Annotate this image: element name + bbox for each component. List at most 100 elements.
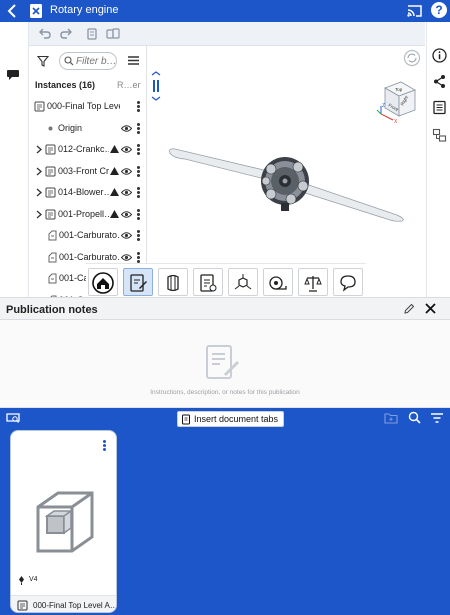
rotary-engine-model[interactable] [165,131,410,231]
document-title: Rotary engine [50,4,119,16]
chevron-right-icon[interactable] [36,167,42,176]
zoom-slider[interactable] [149,71,163,101]
eye-icon[interactable] [121,189,132,196]
assembly-icon [34,101,45,112]
origin-icon [48,126,53,131]
warning-icon [110,188,119,196]
notes-tool-button[interactable] [123,268,153,296]
info-icon[interactable] [432,48,447,63]
instance-row[interactable]: 014-Blower… [29,182,146,204]
row-menu-icon[interactable] [137,208,140,221]
section-view-tool-button[interactable] [158,268,188,296]
axis-x-label: X [394,119,398,125]
pencil-icon[interactable] [404,303,415,314]
left-rail [0,22,29,297]
row-menu-icon[interactable] [137,165,140,178]
chevron-right-icon[interactable] [36,210,42,219]
warning-icon [110,145,119,153]
eye-icon[interactable] [121,167,132,175]
row-menu-icon[interactable] [137,122,140,135]
warning-icon [110,209,119,218]
paste-icon[interactable] [105,26,121,42]
explode-tool-button[interactable] [228,268,258,296]
back-icon[interactable] [5,2,21,20]
card-footer: 000-Final Top Level A… [11,595,117,612]
chevron-right-icon[interactable] [36,145,42,154]
tabs-panel-icon[interactable] [6,412,20,424]
eye-icon[interactable] [121,253,132,261]
row-menu-icon[interactable] [137,230,140,242]
instance-row[interactable]: Origin [29,118,146,140]
instances-header: Instances (16) [35,80,96,90]
search-icon [64,56,74,66]
instance-label: Origin [58,122,83,133]
eye-icon[interactable] [121,124,132,132]
eye-icon[interactable] [121,232,132,239]
viewcube-top-label: Top [395,87,403,92]
filter-field[interactable] [59,52,117,70]
configurations-icon[interactable] [432,128,447,143]
card-name: 000-Final Top Level A… [33,601,117,610]
cast-icon[interactable] [406,3,424,19]
list-view-icon[interactable] [128,55,139,66]
insert-tab-icon [182,414,190,424]
instance-row[interactable]: 001-Propell… [29,204,146,226]
publication-notes-bar: Publication notes [0,297,450,320]
eye-icon[interactable] [121,210,132,218]
warning-icon [110,166,119,175]
row-menu-icon[interactable] [137,144,140,156]
search-icon[interactable] [408,411,421,424]
instance-row[interactable]: 001-Carburato… [29,225,146,247]
copy-icon[interactable] [84,26,100,42]
properties-icon[interactable] [432,100,447,115]
chevron-right-icon[interactable] [36,188,42,197]
undo-icon[interactable] [37,26,53,42]
instance-label: 000-Final Top Level As… [47,101,120,111]
comment-tool-button[interactable] [333,268,363,296]
assembly-icon [45,187,56,198]
instances-panel: Instances (16) R…er 000-Final Top Level … [29,46,147,297]
share-icon[interactable] [432,74,447,89]
home-tool-button[interactable] [88,268,118,296]
redo-icon[interactable] [58,26,74,42]
filter-input[interactable] [76,55,116,68]
row-menu-icon[interactable] [137,251,140,264]
comment-icon[interactable] [6,69,20,81]
part-icon [47,252,58,263]
markup-tool-button[interactable] [193,268,223,296]
document-tabs-area: Insert document tabs V4 000-Final Top Le… [0,408,450,615]
insert-document-tabs-button[interactable]: Insert document tabs [177,411,285,427]
card-menu-icon[interactable] [103,440,106,452]
filter-icon[interactable] [37,55,49,67]
row-menu-icon[interactable] [137,101,140,113]
top-bar: Rotary engine ? [0,0,450,22]
model-viewport[interactable]: Top Front Right X Z [147,46,426,297]
row-menu-icon[interactable] [137,187,140,199]
publication-notes-placeholder: Instructions, description, or notes for … [150,389,300,396]
instances-header-right[interactable]: R…er [117,80,141,90]
assembly-icon [45,144,56,155]
measure-tool-button[interactable] [263,268,293,296]
part-icon [47,230,58,241]
view-cube[interactable]: Top Front Right X Z [373,78,421,126]
viewer-tool-row [86,263,366,297]
instance-label: 003-Front Cra… [58,165,109,176]
axis-z-label: Z [382,103,385,109]
mass-properties-tool-button[interactable] [298,268,328,296]
view-rotate-icon[interactable] [403,49,421,67]
instance-label: 014-Blower… [58,187,109,197]
document-tab-card[interactable]: V4 000-Final Top Level A… [10,430,117,613]
instance-row[interactable]: 000-Final Top Level As… [29,96,146,118]
eye-icon[interactable] [121,146,132,153]
help-icon[interactable]: ? [431,2,447,18]
filter-icon[interactable] [431,413,443,423]
close-icon[interactable] [424,302,437,315]
publication-notes-area[interactable]: Instructions, description, or notes for … [0,320,450,408]
instance-row[interactable]: 003-Front Cra… [29,161,146,183]
document-icon [29,3,43,19]
markup-icon [200,274,217,292]
instance-row[interactable]: 012-Crankc… [29,139,146,161]
section-view-icon [167,274,179,292]
new-folder-icon[interactable] [384,412,398,424]
assembly-icon [17,600,28,611]
